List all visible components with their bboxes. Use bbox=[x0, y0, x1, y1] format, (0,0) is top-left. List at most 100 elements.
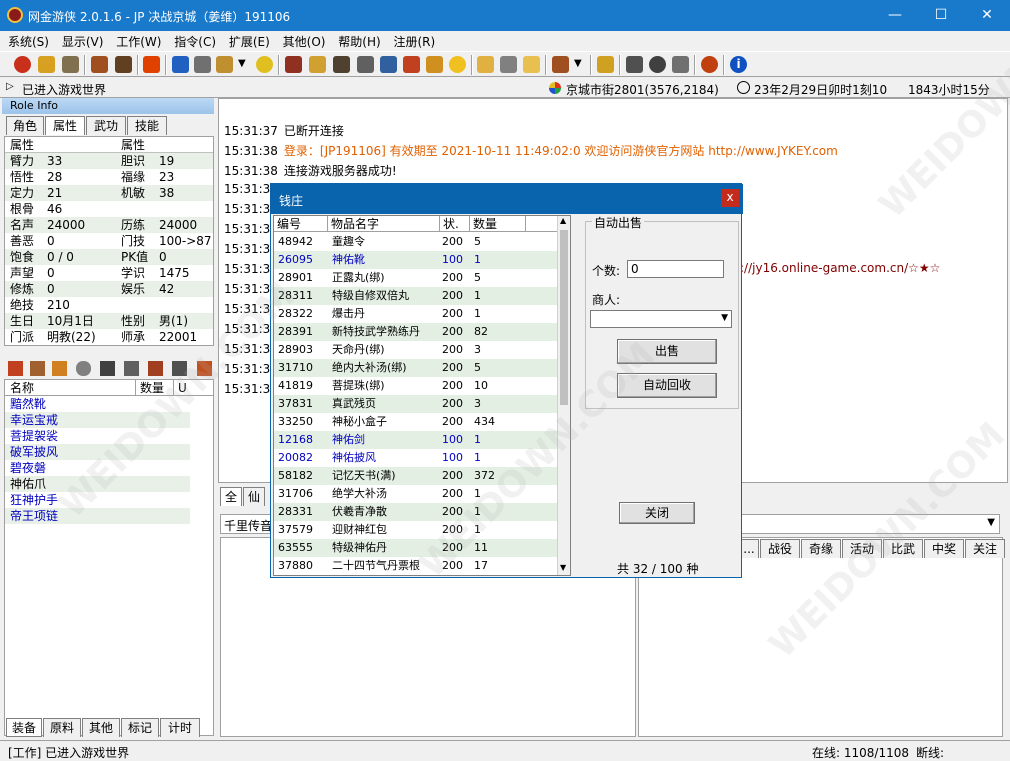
col-id[interactable]: 编号 bbox=[274, 216, 328, 232]
table-row[interactable]: 28391 新特技武学熟练丹 200 82 bbox=[274, 323, 557, 341]
table-row[interactable]: 31710 绝内大补汤(绑) 200 5 bbox=[274, 359, 557, 377]
auto-recycle-button[interactable]: 自动回收 bbox=[617, 373, 717, 398]
tab-event-4[interactable]: 比武 bbox=[883, 539, 923, 558]
tab-marks[interactable]: 标记 bbox=[121, 718, 159, 737]
mail-icon[interactable] bbox=[194, 56, 211, 73]
table-row[interactable]: 28331 伏羲青净散 200 1 bbox=[274, 503, 557, 521]
table-row[interactable]: 12168 神佑剑 100 1 bbox=[274, 431, 557, 449]
registered-icon[interactable] bbox=[701, 56, 718, 73]
face-icon[interactable] bbox=[309, 56, 326, 73]
dialog-close-icon[interactable]: x bbox=[721, 189, 739, 207]
calendar-icon[interactable] bbox=[500, 56, 517, 73]
sell-button[interactable]: 出售 bbox=[617, 339, 717, 364]
table-row[interactable]: 28322 爆击丹 200 1 bbox=[274, 305, 557, 323]
menu-view[interactable]: 显示(V) bbox=[54, 31, 104, 50]
list-item[interactable]: 破军披风 bbox=[5, 444, 190, 460]
scroll-down-icon[interactable]: ▼ bbox=[560, 563, 566, 572]
crate-icon[interactable] bbox=[30, 361, 45, 376]
package-icon[interactable] bbox=[52, 361, 67, 376]
door-icon[interactable] bbox=[552, 56, 569, 73]
helmet-icon[interactable] bbox=[285, 56, 302, 73]
screen-icon[interactable] bbox=[672, 56, 689, 73]
stop-icon[interactable] bbox=[14, 56, 31, 73]
table-row[interactable]: 28311 特级自修双倍丸 200 1 bbox=[274, 287, 557, 305]
count-input[interactable]: 0 bbox=[627, 260, 724, 278]
menu-register[interactable]: 注册(R) bbox=[386, 31, 436, 50]
table-row[interactable]: 37831 真武残页 200 3 bbox=[274, 395, 557, 413]
tab-skills[interactable]: 技能 bbox=[127, 116, 167, 135]
sword-icon[interactable] bbox=[333, 56, 350, 73]
info-icon[interactable]: i bbox=[730, 56, 747, 73]
scissors-icon[interactable] bbox=[357, 56, 374, 73]
table-row[interactable]: 37579 迎财神红包 200 1 bbox=[274, 521, 557, 539]
chest-icon[interactable] bbox=[91, 56, 108, 73]
col-status[interactable]: 状. bbox=[440, 216, 470, 232]
ball-icon[interactable] bbox=[649, 56, 666, 73]
table-row[interactable]: 28901 正露丸(绑) 200 5 bbox=[274, 269, 557, 287]
close-button[interactable]: 关闭 bbox=[619, 502, 695, 524]
tab-materials[interactable]: 原料 bbox=[43, 718, 81, 737]
tab-timer[interactable]: 计时 bbox=[160, 718, 200, 737]
list-item[interactable]: 菩提袈裟 bbox=[5, 428, 190, 444]
tab-event-6[interactable]: 关注 bbox=[965, 539, 1005, 558]
sun-icon[interactable] bbox=[449, 56, 466, 73]
lock-icon[interactable] bbox=[38, 56, 55, 73]
lamp-icon[interactable] bbox=[597, 56, 614, 73]
tab-event-5[interactable]: 中奖 bbox=[924, 539, 964, 558]
printer-icon[interactable] bbox=[100, 361, 115, 376]
tab-martial-arts[interactable]: 武功 bbox=[86, 116, 126, 135]
tab-equipment[interactable]: 装备 bbox=[6, 718, 42, 737]
scroll-up-icon[interactable]: ▲ bbox=[560, 216, 566, 225]
cart-icon[interactable] bbox=[172, 361, 187, 376]
scrollbar[interactable]: ▲ ▼ bbox=[557, 216, 570, 575]
tab-character[interactable]: 角色 bbox=[6, 116, 44, 135]
list-item[interactable]: 神佑爪 bbox=[5, 476, 190, 492]
tab-others[interactable]: 其他 bbox=[82, 718, 120, 737]
table-row[interactable]: 48942 童趣令 200 5 bbox=[274, 233, 557, 251]
table-row[interactable]: 58182 记忆天书(满) 200 372 bbox=[274, 467, 557, 485]
chevron-down-icon[interactable]: ▼ bbox=[987, 517, 995, 528]
target-icon[interactable] bbox=[256, 56, 273, 73]
list-item[interactable]: 帝王项链 bbox=[5, 508, 190, 524]
tab-event-3[interactable]: 活动 bbox=[842, 539, 882, 558]
list-item[interactable]: 幸运宝戒 bbox=[5, 412, 190, 428]
minimize-button[interactable]: — bbox=[872, 0, 918, 31]
table-row[interactable]: 28903 天命丹(绑) 200 3 bbox=[274, 341, 557, 359]
menu-other[interactable]: 其他(O) bbox=[275, 31, 326, 50]
table-row[interactable]: 26095 神佑靴 100 1 bbox=[274, 251, 557, 269]
list-item[interactable]: 碧夜磐 bbox=[5, 460, 190, 476]
table-row[interactable]: 20082 神佑披风 100 1 bbox=[274, 449, 557, 467]
brick-icon[interactable] bbox=[197, 361, 212, 376]
col-qty[interactable]: 数量 bbox=[470, 216, 526, 232]
record-icon[interactable] bbox=[143, 56, 160, 73]
dropdown-arrow-icon[interactable]: ▼ bbox=[238, 58, 248, 75]
scroll-thumb[interactable] bbox=[560, 230, 568, 405]
book-icon[interactable] bbox=[172, 56, 189, 73]
shop-icon[interactable] bbox=[148, 361, 163, 376]
stack-icon[interactable] bbox=[124, 361, 139, 376]
close-window-button[interactable]: ✕ bbox=[964, 0, 1010, 31]
tab-immortal-channel[interactable]: 仙 bbox=[243, 487, 265, 506]
list-item[interactable]: 黯然靴 bbox=[5, 396, 190, 412]
box-icon[interactable] bbox=[8, 361, 23, 376]
list-item[interactable]: 狂神护手 bbox=[5, 492, 190, 508]
tab-event-0[interactable]: ... bbox=[739, 539, 759, 558]
dropdown-arrow-icon[interactable]: ▼ bbox=[574, 58, 584, 75]
chevron-down-icon[interactable]: ▼ bbox=[721, 313, 728, 323]
bag-icon[interactable] bbox=[76, 361, 91, 376]
paper-icon[interactable] bbox=[523, 56, 540, 73]
tab-event-1[interactable]: 战役 bbox=[760, 539, 800, 558]
pot-icon[interactable] bbox=[626, 56, 643, 73]
tab-all-channel[interactable]: 全 bbox=[220, 487, 242, 506]
footprint-icon[interactable] bbox=[216, 56, 233, 73]
menu-help[interactable]: 帮助(H) bbox=[330, 31, 380, 50]
table-row[interactable]: 63555 特级神佑丹 200 11 bbox=[274, 539, 557, 557]
merchant-select[interactable]: ▼ bbox=[590, 310, 732, 328]
scroll-icon[interactable] bbox=[426, 56, 443, 73]
maximize-button[interactable]: ☐ bbox=[918, 0, 964, 31]
note-icon[interactable] bbox=[380, 56, 397, 73]
menu-system[interactable]: 系统(S) bbox=[0, 31, 49, 50]
folder-icon[interactable] bbox=[477, 56, 494, 73]
col-name[interactable]: 物品名字 bbox=[328, 216, 440, 232]
pickaxe-icon[interactable] bbox=[115, 56, 132, 73]
